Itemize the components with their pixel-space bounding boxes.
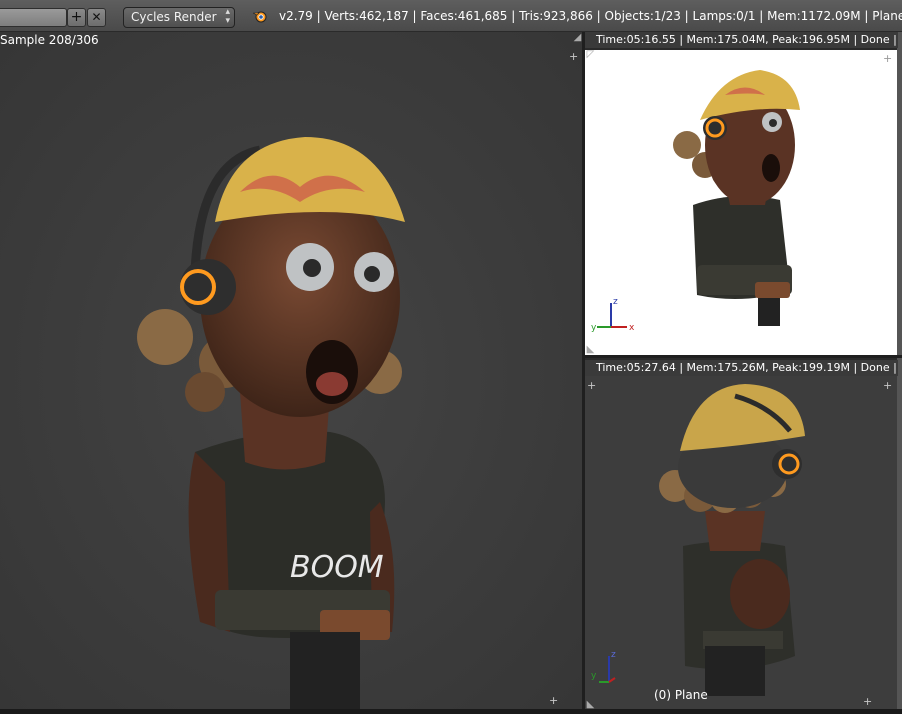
- info-header: + ✕ Cycles Render ▴ ▾ v2.79 | Verts:462,1…: [0, 0, 902, 32]
- split-corner-icon[interactable]: ◸: [586, 50, 595, 60]
- close-icon[interactable]: ✕: [87, 8, 106, 27]
- render-engine-dropdown[interactable]: Cycles Render ▴ ▾: [123, 7, 235, 28]
- area-divider-horizontal[interactable]: [585, 355, 902, 358]
- main-viewport[interactable]: BOOM: [0, 32, 582, 714]
- plus-widget-icon[interactable]: +: [883, 53, 893, 64]
- active-object-label: (0) Plane: [654, 688, 708, 702]
- render-engine-label: Cycles Render: [131, 10, 217, 24]
- axis-y-label: y: [591, 323, 597, 333]
- axis-y-label: y: [591, 671, 597, 681]
- blender-logo-icon: [252, 11, 267, 23]
- plus-widget-icon[interactable]: +: [549, 695, 559, 706]
- plus-widget-icon[interactable]: +: [883, 380, 893, 391]
- plus-widget-icon[interactable]: +: [587, 380, 597, 391]
- scene-statistics: v2.79 | Verts:462,187 | Faces:461,685 | …: [279, 9, 902, 23]
- character-render-bottom: [659, 384, 805, 696]
- axis-x-label: x: [629, 323, 635, 333]
- render-status-bottom-text: Time:05:27.64 | Mem:175.26M, Peak:199.19…: [596, 361, 898, 374]
- scene-name-field[interactable]: [0, 8, 67, 27]
- add-icon[interactable]: +: [67, 8, 86, 27]
- axis-gizmo-icon: z x y: [591, 297, 635, 333]
- render-viewport-top[interactable]: z x y: [585, 50, 897, 355]
- render-status-bottom: Time:05:27.64 | Mem:175.26M, Peak:199.19…: [585, 360, 898, 376]
- dropdown-arrow-icon: ▴ ▾: [225, 7, 230, 26]
- character-render-main: BOOM: [0, 32, 582, 714]
- axis-gizmo-icon: z y: [591, 650, 616, 683]
- split-corner-icon[interactable]: ◣: [586, 345, 595, 355]
- split-corner-icon[interactable]: ◢: [573, 33, 582, 43]
- plus-widget-icon[interactable]: +: [569, 51, 579, 62]
- render-viewport-bottom[interactable]: z y: [585, 376, 897, 709]
- axis-z-label: z: [611, 650, 616, 660]
- render-sample-counter: Sample 208/306: [0, 33, 99, 47]
- plus-widget-icon[interactable]: +: [863, 696, 873, 707]
- window-bottom-edge: [0, 709, 902, 714]
- split-corner-icon[interactable]: ◣: [586, 700, 595, 710]
- render-status-top-text: Time:05:16.55 | Mem:175.04M, Peak:196.95…: [596, 33, 898, 46]
- render-status-top: Time:05:16.55 | Mem:175.04M, Peak:196.95…: [585, 32, 898, 48]
- axis-z-label: z: [613, 297, 618, 307]
- svg-text:BOOM: BOOM: [290, 550, 384, 585]
